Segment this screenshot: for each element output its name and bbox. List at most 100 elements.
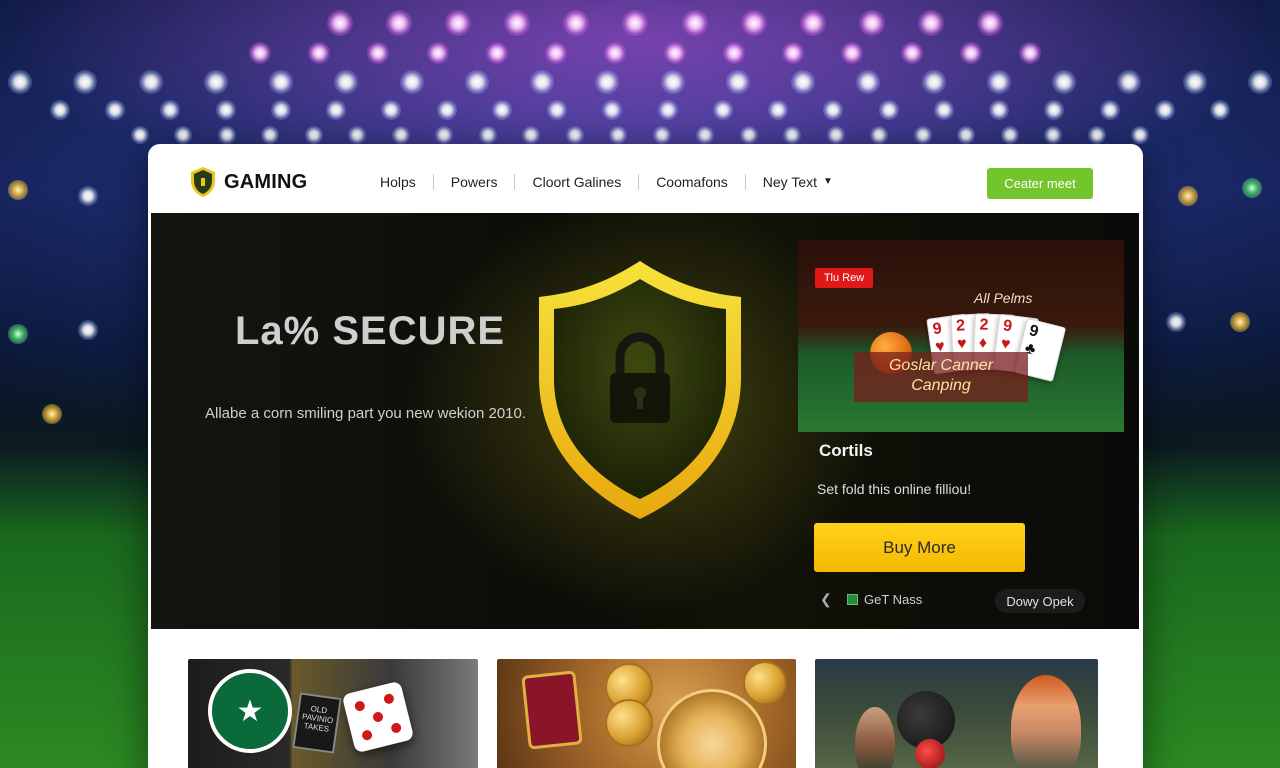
stadium-light: [327, 10, 353, 36]
stadium-light: [1248, 70, 1272, 94]
stadium-light: [563, 10, 590, 36]
shield-logo-icon: [191, 167, 215, 197]
stadium-light: [261, 126, 280, 144]
stadium-light: [977, 10, 1003, 36]
stadium-light: [604, 42, 627, 64]
stadium-light: [1242, 178, 1262, 198]
stadium-light: [782, 42, 805, 64]
promo-image[interactable]: Tlu Rew All Pelms 9 ♥ 2 ♥ 2 ♦ 9 ♥ 9 ♣ Goslar …: [798, 240, 1124, 432]
stadium-light: [725, 70, 750, 94]
brand-name: GAMING: [224, 170, 308, 193]
stadium-light: [652, 126, 671, 144]
stadium-light: [921, 70, 946, 94]
stadium-light: [8, 324, 28, 344]
thumbnail-card[interactable]: [497, 659, 796, 768]
nav-item-cloort-galines[interactable]: Cloort Galines: [515, 174, 640, 190]
nav-item-coomafons[interactable]: Coomafons: [639, 174, 746, 190]
person-image: [855, 707, 895, 768]
stadium-light: [367, 42, 390, 64]
stadium-light: [783, 126, 802, 144]
stadium-light: [986, 70, 1011, 94]
thumbnail-card[interactable]: ★ OLD PAVINIO TAKES: [188, 659, 478, 768]
stadium-light: [858, 10, 885, 36]
stadium-light: [799, 10, 826, 36]
stadium-light: [485, 42, 508, 64]
stadium-light: [791, 70, 816, 94]
ceater-meet-button[interactable]: Ceater meet: [987, 168, 1093, 199]
stadium-light: [841, 42, 864, 64]
stadium-light: [138, 70, 163, 94]
stadium-light: [1099, 100, 1120, 120]
chevron-left-icon[interactable]: ❮: [820, 591, 832, 608]
coffee-logo-icon: ★: [208, 669, 292, 753]
promo-image-title: Goslar Canner Canping: [854, 352, 1028, 402]
person-image: [1011, 675, 1081, 768]
stadium-light: [545, 42, 568, 64]
stadium-light: [105, 100, 126, 120]
stadium-light: [522, 126, 541, 144]
stadium-light: [381, 100, 402, 120]
stadium-light: [681, 10, 708, 36]
stadium-light: [622, 10, 649, 36]
stadium-light: [739, 126, 758, 144]
day-open-button[interactable]: Dowy Opek: [995, 589, 1085, 613]
stadium-light: [348, 126, 367, 144]
nav-item-ney-text-label: Ney Text: [762, 174, 817, 190]
stadium-light: [1117, 70, 1142, 94]
stadium-light: [304, 126, 323, 144]
stadium-light: [326, 100, 347, 120]
side-promo-panel: Tlu Rew All Pelms 9 ♥ 2 ♥ 2 ♦ 9 ♥ 9 ♣ Goslar …: [798, 240, 1128, 620]
stadium-light: [249, 42, 271, 64]
stadium-light: [1154, 100, 1175, 120]
brand-logo[interactable]: GAMING: [190, 166, 307, 198]
stadium-light: [913, 126, 932, 144]
promo-badge: Tlu Rew: [815, 268, 873, 288]
stadium-light: [823, 100, 844, 120]
stadium-light: [1178, 186, 1198, 206]
stadium-light: [391, 126, 410, 144]
buy-more-button[interactable]: Buy More: [814, 523, 1025, 572]
stadium-light: [1210, 100, 1230, 120]
stadium-light: [1182, 70, 1207, 94]
red-ball-icon: [915, 739, 945, 768]
nav-item-holps[interactable]: Holps: [363, 174, 434, 190]
stadium-light: [1044, 100, 1065, 120]
stadium-light: [917, 10, 944, 36]
stadium-light: [768, 100, 789, 120]
stadium-light: [478, 126, 497, 144]
stadium-light: [131, 126, 149, 144]
shield-lock-icon: [534, 257, 746, 523]
card-pack-icon: OLD PAVINIO TAKES: [292, 692, 342, 754]
stadium-light: [215, 100, 236, 120]
stadium-light: [435, 126, 454, 144]
thumbnail-card[interactable]: [815, 659, 1098, 768]
stadium-light: [445, 10, 472, 36]
get-news-link[interactable]: GeT Nass: [847, 592, 922, 607]
nav-item-ney-text-dropdown[interactable]: Ney Text ▼: [746, 174, 850, 190]
stadium-light: [78, 186, 98, 206]
stadium-light: [1052, 70, 1077, 94]
stadium-light: [657, 100, 678, 120]
chip-plate-icon: [657, 689, 767, 768]
stadium-light: [957, 126, 976, 144]
browser-window: GAMING Holps Powers Cloort Galines Cooma…: [148, 144, 1143, 768]
stadium-light: [547, 100, 568, 120]
dice-icon: [341, 680, 415, 754]
stadium-light: [1019, 42, 1041, 64]
stadium-light: [504, 10, 531, 36]
stadium-light: [989, 100, 1010, 120]
stadium-light: [1131, 126, 1149, 144]
nav-item-powers[interactable]: Powers: [434, 174, 516, 190]
stadium-light: [740, 10, 767, 36]
stadium-light: [8, 180, 28, 200]
stadium-light: [712, 100, 733, 120]
stadium-light: [870, 126, 889, 144]
news-icon: [847, 594, 858, 605]
stadium-light: [1000, 126, 1019, 144]
stadium-light: [436, 100, 457, 120]
stadium-light: [933, 100, 954, 120]
side-heading: Cortils: [819, 441, 873, 460]
stadium-light: [334, 70, 359, 94]
stadium-light: [530, 70, 555, 94]
promo-image-title-line2: Canping: [911, 377, 971, 394]
